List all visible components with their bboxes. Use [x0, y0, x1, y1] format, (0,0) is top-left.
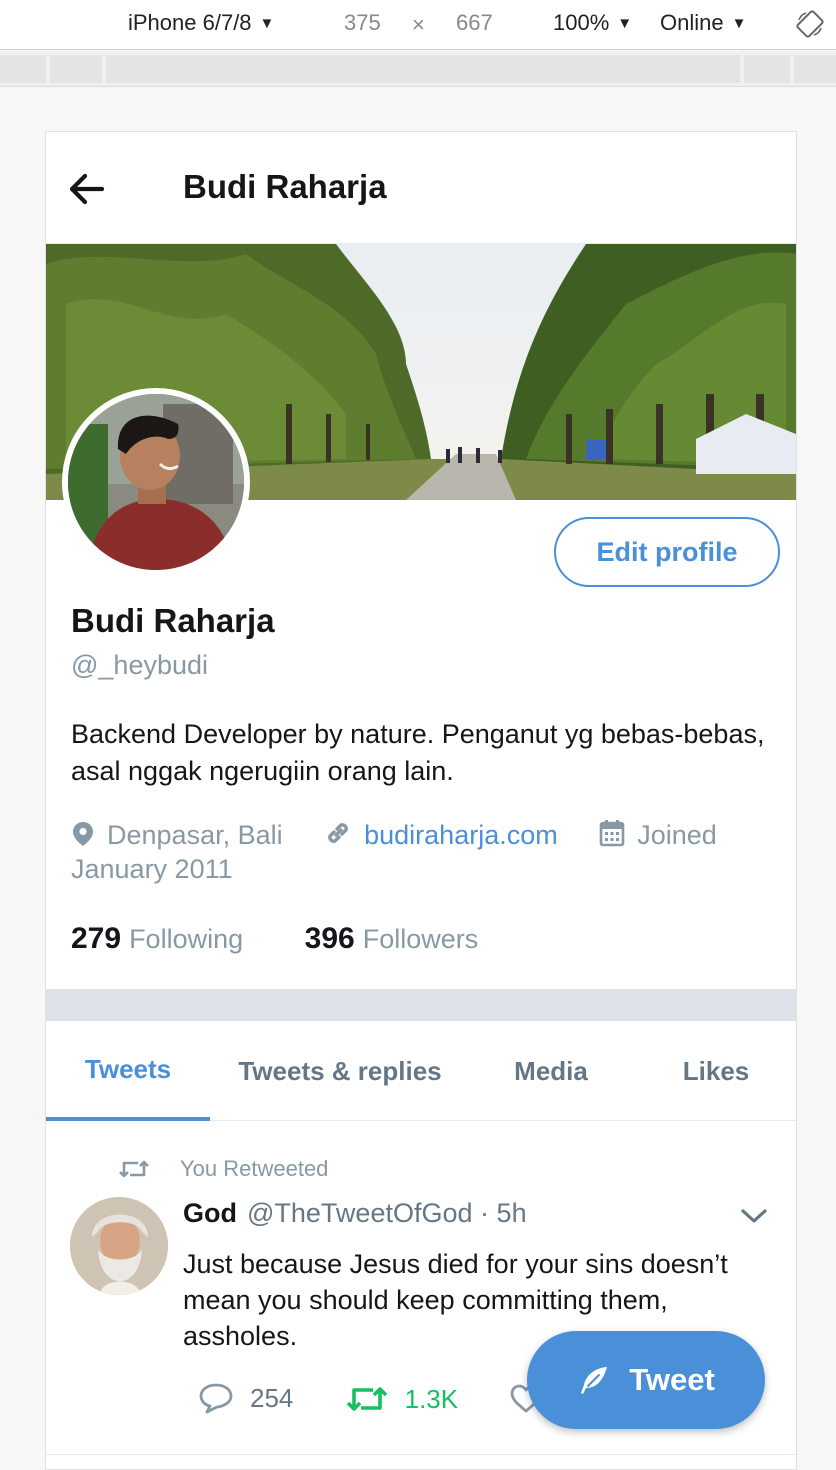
tweet-dot: ·	[480, 1198, 490, 1228]
rotate-icon[interactable]	[796, 10, 824, 44]
width-input[interactable]: 375	[344, 10, 381, 36]
profile-header-bar: Budi Raharja	[46, 132, 796, 244]
page-title: Budi Raharja	[183, 168, 387, 205]
ruler-segment[interactable]	[0, 55, 46, 83]
feather-icon	[581, 1367, 608, 1394]
location-text: Denpasar, Bali	[107, 820, 283, 850]
link-icon	[328, 823, 348, 843]
website-link[interactable]: budiraharja.com	[364, 820, 558, 850]
reply-icon	[199, 1383, 233, 1414]
retweet-icon	[346, 1387, 387, 1411]
location-pin-icon	[73, 822, 93, 846]
tab-tweets[interactable]: Tweets	[46, 1021, 210, 1121]
caret-down-icon: ▼	[731, 15, 747, 32]
compose-tweet-button[interactable]: Tweet	[527, 1331, 765, 1429]
ruler-segment[interactable]	[50, 55, 102, 83]
compose-label: Tweet	[629, 1362, 715, 1397]
retweet-count: 1.3K	[404, 1383, 459, 1414]
following-label: Following	[129, 924, 244, 954]
profile-bio: Backend Developer by nature. Penganut yg…	[71, 719, 765, 786]
tab-media[interactable]: Media	[486, 1021, 616, 1121]
retweet-note: You Retweeted	[180, 1156, 329, 1181]
retweet-icon	[119, 1160, 149, 1178]
chevron-down-icon[interactable]	[740, 1206, 768, 1231]
media-query-ruler	[0, 51, 836, 87]
caret-down-icon: ▼	[617, 15, 633, 32]
retweet-button[interactable]: 1.3K	[345, 1383, 459, 1415]
ruler-segment[interactable]	[106, 55, 740, 83]
profile-handle: @_heybudi	[71, 650, 209, 680]
device-label: iPhone 6/7/8	[128, 10, 252, 35]
zoom-label: 100%	[553, 10, 610, 35]
mobile-viewport: Budi Raharja Edit profile Budi Raharja @…	[45, 131, 797, 1470]
tab-likes[interactable]: Likes	[656, 1021, 776, 1121]
network-label: Online	[660, 10, 724, 35]
following-count[interactable]: 279 Following	[71, 922, 244, 955]
tab-tweets-and-replies[interactable]: Tweets & replies	[222, 1021, 458, 1121]
reply-button[interactable]: 254	[198, 1382, 293, 1414]
network-select[interactable]: Online ▼	[660, 10, 746, 36]
profile-tabs: Tweets Tweets & replies Media Likes	[46, 1021, 796, 1121]
followers-count[interactable]: 396 Followers	[304, 922, 479, 955]
ruler-segment[interactable]	[744, 55, 790, 83]
profile-meta: Denpasar, Bali budiraharja.com Joined Ja…	[71, 818, 781, 886]
follow-counts: 279 Following 396 Followers	[71, 922, 478, 956]
tweet-author-handle[interactable]: @TheTweetOfGod	[247, 1198, 473, 1228]
caret-down-icon: ▼	[259, 15, 275, 32]
tweet-author-avatar[interactable]	[70, 1197, 168, 1295]
height-input[interactable]: 667	[456, 10, 493, 36]
followers-number: 396	[304, 922, 355, 955]
reply-count: 254	[250, 1382, 294, 1413]
section-divider	[46, 989, 796, 1021]
zoom-select[interactable]: 100% ▼	[553, 10, 632, 36]
edit-profile-button[interactable]: Edit profile	[554, 517, 780, 587]
profile-location: Denpasar, Bali	[71, 820, 290, 850]
following-number: 279	[71, 922, 122, 955]
back-arrow-icon[interactable]	[66, 168, 108, 210]
tweet-time[interactable]: 5h	[497, 1198, 527, 1228]
calendar-icon	[599, 820, 625, 847]
tweet-header: God @TheTweetOfGod · 5h	[183, 1198, 527, 1229]
profile-website[interactable]: budiraharja.com	[324, 820, 565, 850]
profile-name: Budi Raharja	[71, 602, 275, 639]
ruler-segment[interactable]	[794, 55, 836, 83]
profile-avatar[interactable]	[62, 388, 250, 576]
tweet-author-name[interactable]: God	[183, 1198, 237, 1228]
retweet-context: You Retweeted	[118, 1156, 328, 1182]
device-select[interactable]: iPhone 6/7/8 ▼	[128, 10, 274, 36]
followers-label: Followers	[362, 924, 479, 954]
dimension-times: ×	[412, 12, 425, 37]
devtools-device-toolbar: iPhone 6/7/8 ▼ 375 × 667 100% ▼ Online ▼	[0, 0, 836, 50]
